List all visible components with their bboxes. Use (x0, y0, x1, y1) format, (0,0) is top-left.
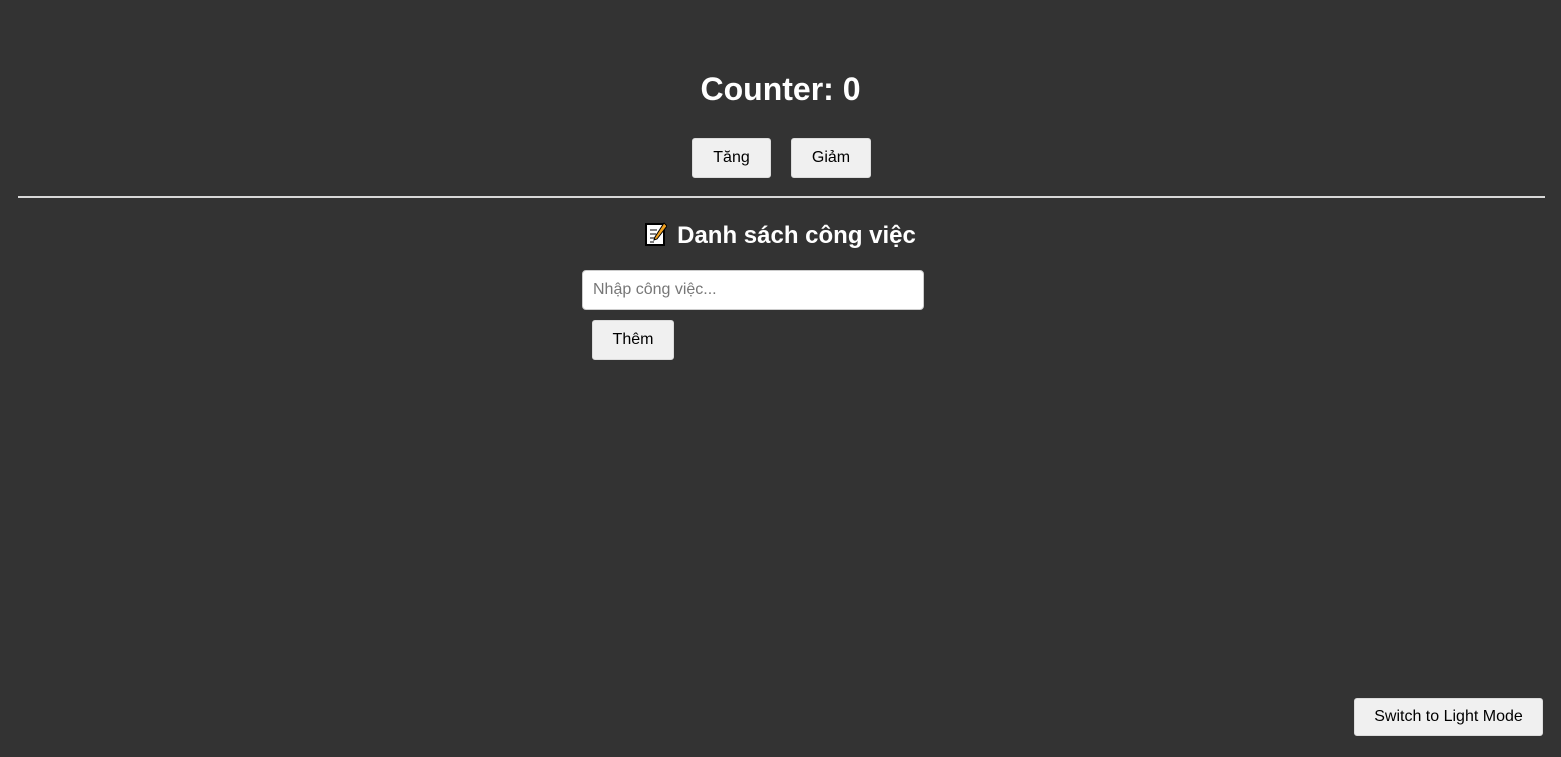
counter-title: Counter: 0 (700, 71, 861, 107)
increase-button[interactable]: Tăng (692, 138, 771, 178)
add-task-button[interactable]: Thêm (592, 320, 674, 360)
todo-input[interactable] (582, 270, 924, 310)
divider (18, 196, 1545, 198)
memo-icon (645, 222, 668, 246)
todo-title: Danh sách công việc (0, 220, 1561, 252)
theme-toggle-button[interactable]: Switch to Light Mode (1354, 698, 1543, 736)
todo-title-text: Danh sách công việc (677, 222, 916, 249)
decrease-button[interactable]: Giảm (791, 138, 871, 178)
